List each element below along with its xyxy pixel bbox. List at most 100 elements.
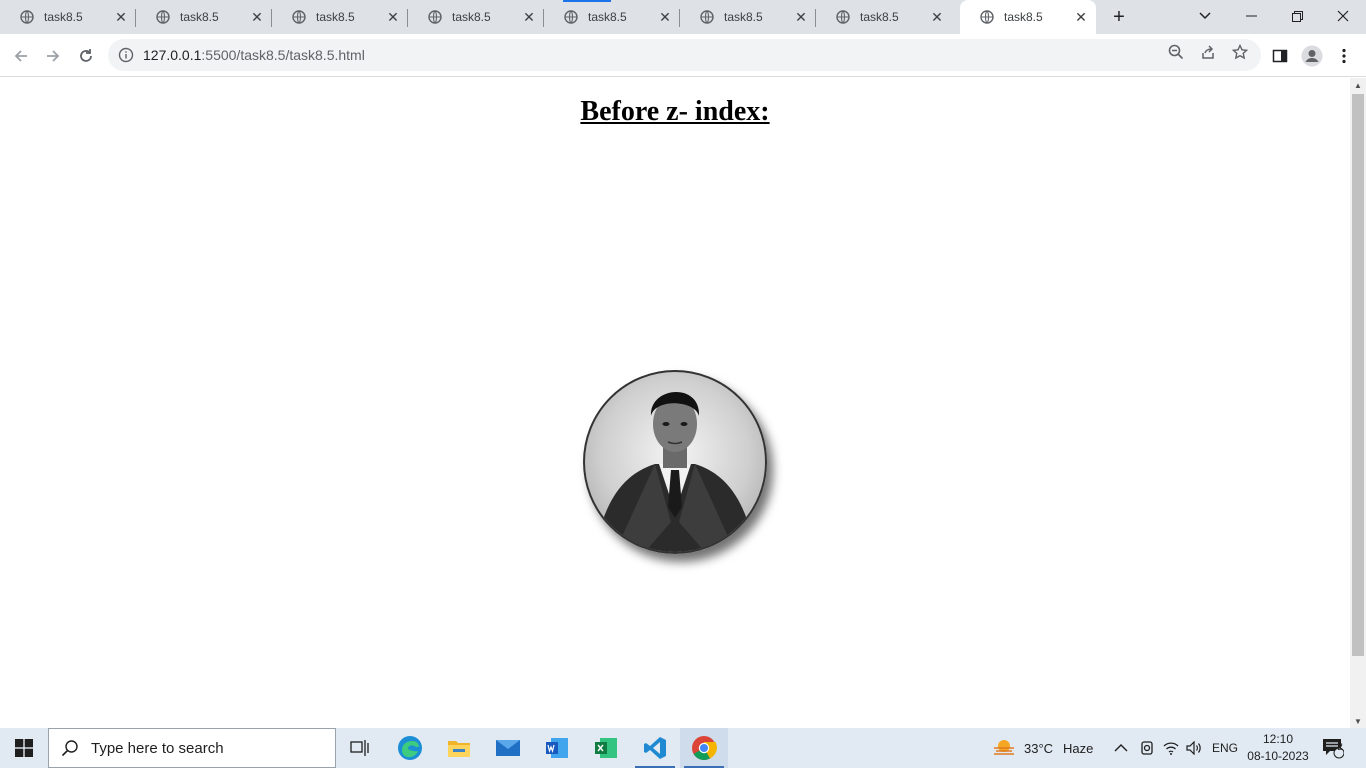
haze-weather-icon xyxy=(994,740,1014,755)
close-tab-icon[interactable]: ✕ xyxy=(792,8,810,26)
task-view-button[interactable] xyxy=(336,728,384,768)
close-window-button[interactable] xyxy=(1320,0,1366,32)
chevron-up-icon xyxy=(1114,744,1128,752)
globe-icon xyxy=(292,10,306,24)
side-panel-button[interactable] xyxy=(1268,44,1292,68)
close-icon xyxy=(1337,10,1349,22)
tab[interactable]: task8.5 ✕ xyxy=(408,0,544,34)
notification-center-button[interactable]: 2 xyxy=(1322,728,1344,768)
edge-icon xyxy=(398,736,422,760)
windows-taskbar: Type here to search 33°C Haze ENG 12:10 … xyxy=(0,728,1366,768)
globe-icon xyxy=(980,10,994,24)
new-tab-button[interactable]: + xyxy=(1107,6,1131,28)
mail-app[interactable] xyxy=(484,728,532,768)
edge-app[interactable] xyxy=(386,728,434,768)
start-button[interactable] xyxy=(0,728,48,768)
task-view-icon xyxy=(350,740,369,756)
tab-title: task8.5 xyxy=(588,10,627,24)
chrome-icon xyxy=(692,736,717,761)
vertical-scrollbar[interactable]: ▲ ▼ xyxy=(1350,78,1366,728)
close-tab-icon[interactable]: ✕ xyxy=(1072,8,1090,26)
meet-now-button[interactable] xyxy=(1139,728,1155,768)
portrait-photo xyxy=(595,391,755,552)
globe-icon xyxy=(20,10,34,24)
arrow-right-icon xyxy=(47,50,60,62)
close-tab-icon[interactable]: ✕ xyxy=(112,8,130,26)
zoom-button[interactable] xyxy=(1166,42,1186,62)
close-tab-icon[interactable]: ✕ xyxy=(520,8,538,26)
arrow-left-icon xyxy=(14,50,27,62)
windows-logo-icon xyxy=(15,739,33,757)
mail-icon xyxy=(496,740,520,756)
star-icon xyxy=(1232,44,1248,60)
tab[interactable]: task8.5 ✕ xyxy=(816,0,952,34)
address-bar[interactable]: 127.0.0.1:5500/task8.5/task8.5.html xyxy=(108,39,1261,71)
close-tab-icon[interactable]: ✕ xyxy=(248,8,266,26)
reload-button[interactable] xyxy=(73,43,99,69)
globe-icon xyxy=(700,10,714,24)
tab-title: task8.5 xyxy=(180,10,219,24)
tab[interactable]: task8.5 ✕ xyxy=(136,0,272,34)
minimize-button[interactable] xyxy=(1228,0,1274,32)
show-hidden-icons-button[interactable] xyxy=(1114,728,1128,768)
url-path: :5500/task8.5/task8.5.html xyxy=(201,47,365,63)
tab-search-button[interactable] xyxy=(1182,0,1228,32)
minimize-icon xyxy=(1245,15,1257,17)
scroll-up-arrow-icon[interactable]: ▲ xyxy=(1350,78,1366,92)
forward-button[interactable] xyxy=(40,43,66,69)
volume-button[interactable] xyxy=(1186,728,1202,768)
language-label: ENG xyxy=(1212,741,1239,755)
network-button[interactable] xyxy=(1163,728,1179,768)
clock[interactable]: 12:10 08-10-2023 xyxy=(1240,731,1316,765)
globe-icon xyxy=(836,10,850,24)
reload-icon xyxy=(80,49,92,62)
tab-active[interactable]: task8.5 ✕ xyxy=(960,0,1096,34)
close-tab-icon[interactable]: ✕ xyxy=(384,8,402,26)
vscode-icon xyxy=(644,737,666,759)
loading-indicator xyxy=(563,0,611,2)
weather-temperature: 33°C xyxy=(1024,740,1054,756)
vscode-app[interactable] xyxy=(631,728,679,768)
chrome-app[interactable] xyxy=(680,728,728,768)
browser-window: task8.5 ✕ task8.5 ✕ task8.5 ✕ task8.5 ✕ … xyxy=(0,0,1366,768)
tab[interactable]: task8.5 ✕ xyxy=(680,0,816,34)
taskbar-search-box[interactable]: Type here to search xyxy=(48,728,336,768)
info-icon[interactable] xyxy=(118,47,134,63)
tab-title: task8.5 xyxy=(860,10,899,24)
notification-count: 2 xyxy=(1337,742,1343,753)
bookmark-button[interactable] xyxy=(1230,42,1250,62)
kebab-menu-icon xyxy=(1342,48,1346,64)
tab-title: task8.5 xyxy=(1004,10,1043,24)
word-app[interactable] xyxy=(533,728,581,768)
tab[interactable]: task8.5 ✕ xyxy=(0,0,136,34)
share-button[interactable] xyxy=(1198,42,1218,62)
folder-icon xyxy=(448,741,470,757)
tab-strip: task8.5 ✕ task8.5 ✕ task8.5 ✕ task8.5 ✕ … xyxy=(0,0,1366,34)
portrait-image xyxy=(583,370,767,554)
scrollbar-thumb[interactable] xyxy=(1352,94,1364,656)
excel-app[interactable] xyxy=(582,728,630,768)
search-icon xyxy=(61,740,78,757)
wifi-icon xyxy=(1163,742,1179,755)
clock-date: 08-10-2023 xyxy=(1247,749,1309,763)
globe-icon xyxy=(428,10,442,24)
globe-icon xyxy=(564,10,578,24)
tab[interactable]: task8.5 ✕ xyxy=(544,0,680,34)
url-host: 127.0.0.1 xyxy=(143,47,202,63)
weather-widget[interactable]: 33°C Haze xyxy=(992,728,1093,768)
excel-icon xyxy=(595,738,617,758)
scroll-down-arrow-icon[interactable]: ▼ xyxy=(1350,714,1366,728)
tab-title: task8.5 xyxy=(724,10,763,24)
menu-button[interactable] xyxy=(1332,44,1356,68)
close-tab-icon[interactable]: ✕ xyxy=(656,8,674,26)
close-tab-icon[interactable]: ✕ xyxy=(928,8,946,26)
file-explorer-app[interactable] xyxy=(435,728,483,768)
tab[interactable]: task8.5 ✕ xyxy=(272,0,408,34)
camera-icon xyxy=(1141,741,1153,755)
language-indicator[interactable]: ENG xyxy=(1212,728,1238,768)
back-button[interactable] xyxy=(8,43,34,69)
globe-icon xyxy=(156,10,170,24)
profile-button[interactable] xyxy=(1300,44,1324,68)
restore-button[interactable] xyxy=(1274,0,1320,32)
browser-toolbar: 127.0.0.1:5500/task8.5/task8.5.html xyxy=(0,34,1366,77)
